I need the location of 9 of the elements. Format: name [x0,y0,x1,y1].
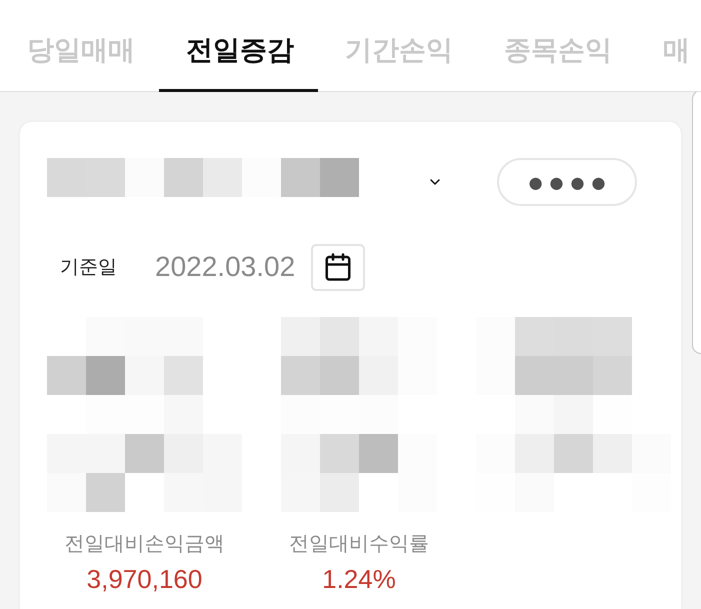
stat-value: 3,970,160 [86,564,202,594]
password-field[interactable]: ●●●● [497,158,637,206]
calendar-icon [323,252,354,282]
stat-label: 전일대비수익률 [289,532,429,556]
calendar-button[interactable] [311,244,366,290]
date-value: 2022.03.02 [155,251,296,283]
date-label: 기준일 [60,256,117,280]
stat-label: 전일대비손익금액 [64,532,224,556]
stat-value: 1.24% [322,564,396,594]
